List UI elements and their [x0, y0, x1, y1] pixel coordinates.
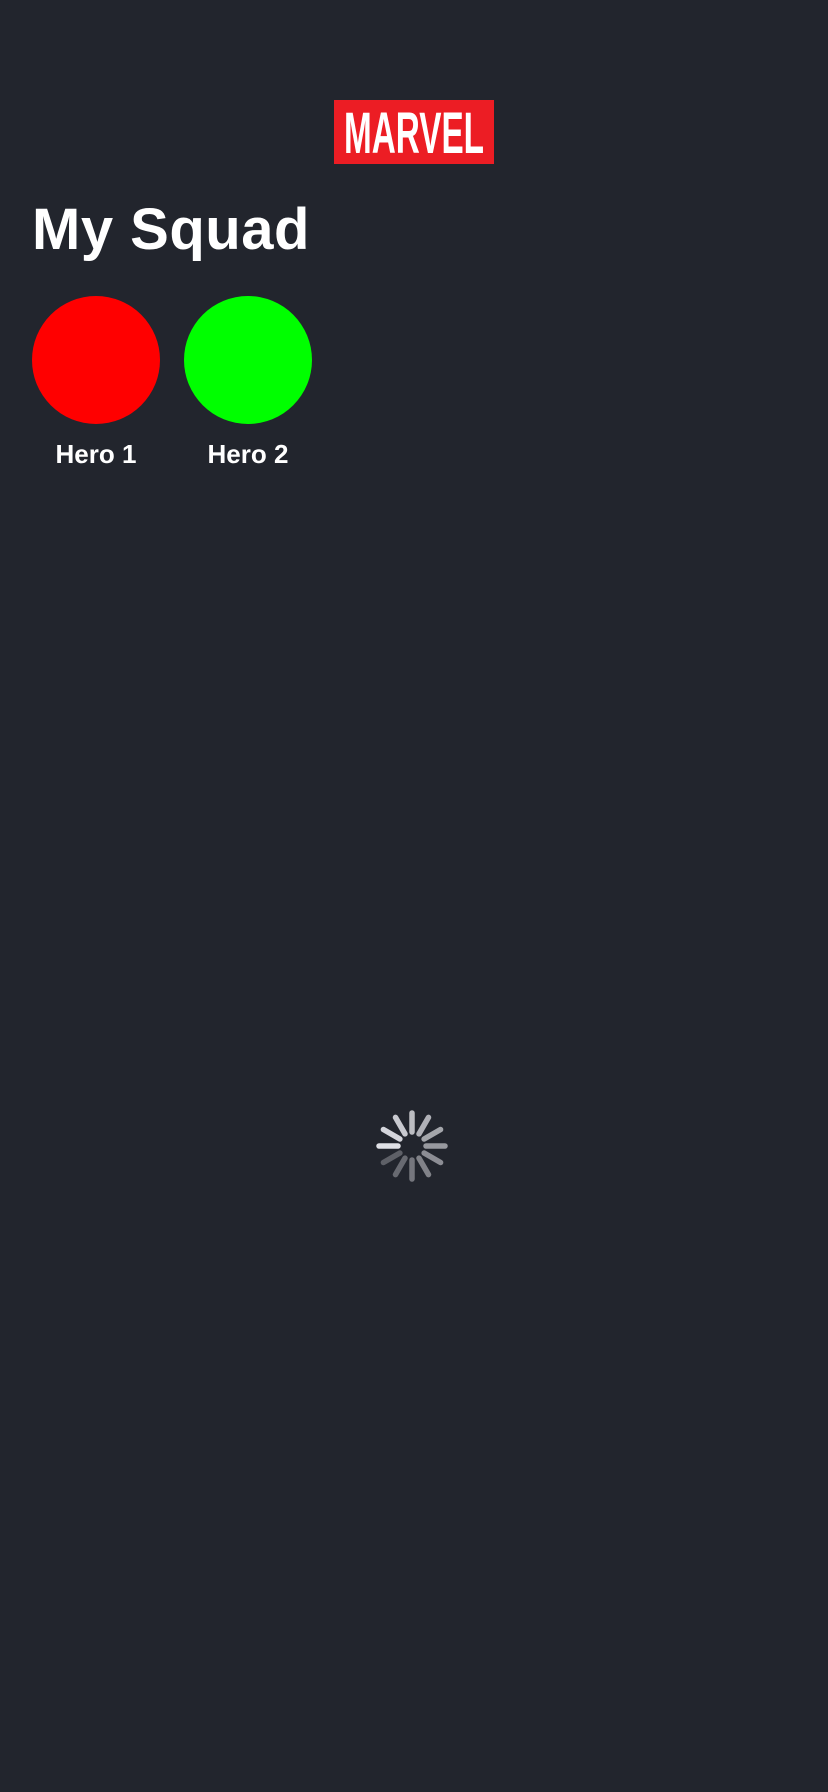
marvel-logo: MARVEL [334, 100, 494, 164]
squad-list: Hero 1 Hero 2 [32, 296, 312, 470]
spinner-spoke [392, 1155, 408, 1178]
marvel-logo-text: MARVEL [344, 104, 484, 160]
spinner-spoke [421, 1150, 444, 1166]
spinner-spoke [416, 1114, 432, 1137]
spinner-spoke [380, 1126, 403, 1142]
spinner-spoke [380, 1150, 403, 1166]
spinner-spoke [416, 1155, 432, 1178]
hero-card[interactable]: Hero 2 [184, 296, 312, 470]
marvel-logo-wordmark: MARVEL [344, 104, 484, 160]
hero-name: Hero 2 [207, 439, 289, 469]
page-title: My Squad [32, 197, 310, 262]
hero-card[interactable]: Hero 1 [32, 296, 160, 470]
spinner-spoke [392, 1114, 408, 1137]
hero-name: Hero 1 [55, 439, 137, 469]
app-header: MARVEL [0, 100, 828, 164]
hero-avatar[interactable] [184, 296, 312, 424]
activity-spinner-icon [376, 1110, 448, 1182]
hero-avatar[interactable] [32, 296, 160, 424]
spinner-spoke [421, 1126, 444, 1142]
